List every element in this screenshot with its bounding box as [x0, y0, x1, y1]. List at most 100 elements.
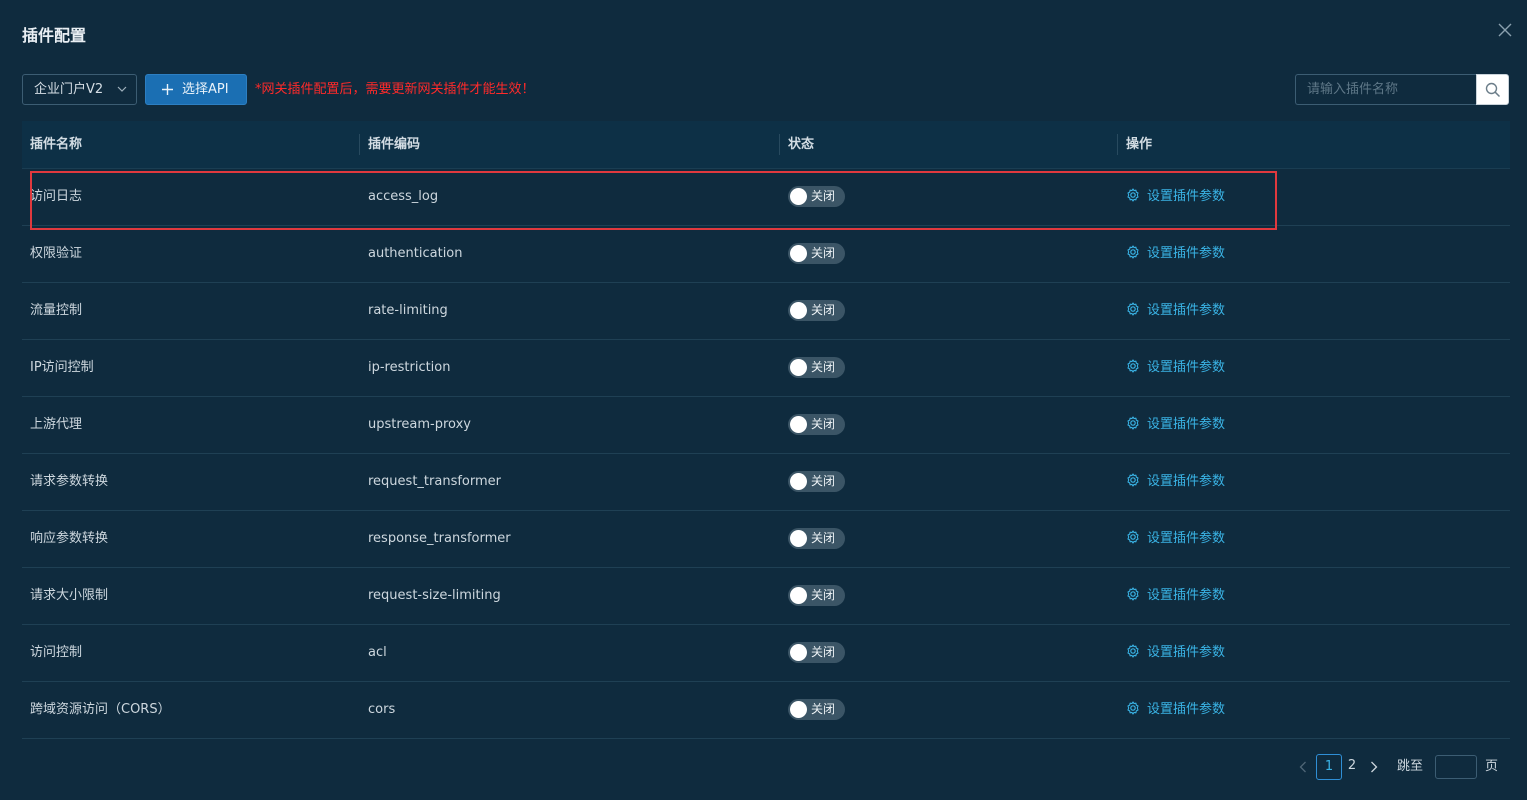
plugin-code: authentication — [368, 246, 463, 261]
action-label: 设置插件参数 — [1147, 588, 1226, 603]
search-input[interactable] — [1295, 74, 1476, 105]
table-row: 权限验证 authentication 关闭 设置插件参数 — [22, 226, 1510, 283]
plugin-code: rate-limiting — [368, 303, 448, 318]
table-row: 流量控制 rate-limiting 关闭 设置插件参数 — [22, 283, 1510, 340]
action-cell: 设置插件参数 — [1126, 454, 1225, 510]
chevron-right-icon[interactable] — [1370, 761, 1378, 773]
page-1-button[interactable]: 1 — [1316, 754, 1342, 780]
plugin-code: cors — [368, 702, 396, 717]
status-toggle[interactable]: 关闭 — [788, 699, 845, 720]
search-icon — [1485, 82, 1501, 98]
action-cell: 设置插件参数 — [1126, 568, 1225, 624]
header-plugin-code: 插件编码 — [368, 137, 421, 152]
plugin-code: request_transformer — [368, 474, 501, 489]
header-plugin-name: 插件名称 — [30, 137, 83, 152]
select-api-button[interactable]: 选择API — [145, 74, 247, 105]
action-label: 设置插件参数 — [1147, 474, 1226, 489]
toggle-knob — [790, 587, 807, 604]
status-toggle[interactable]: 关闭 — [788, 243, 845, 264]
set-plugin-params-link[interactable]: 设置插件参数 — [1126, 416, 1225, 432]
plugin-name: 跨域资源访问（CORS） — [30, 702, 171, 717]
set-plugin-params-link[interactable]: 设置插件参数 — [1126, 701, 1225, 717]
gear-icon — [1127, 587, 1139, 601]
toggle-label: 关闭 — [811, 588, 836, 602]
header-action: 操作 — [1126, 137, 1153, 152]
set-plugin-params-link[interactable]: 设置插件参数 — [1126, 473, 1226, 489]
toggle-knob — [790, 302, 807, 319]
plugin-code: request-size-limiting — [368, 588, 501, 603]
table-row: 请求参数转换 request_transformer 关闭 设置插件参数 — [22, 454, 1510, 511]
status-toggle[interactable]: 关闭 — [788, 585, 845, 606]
status-toggle[interactable]: 关闭 — [788, 642, 845, 663]
portal-select[interactable]: 企业门户V2 — [22, 74, 137, 105]
table-row: IP访问控制 ip-restriction 关闭 设置插件参数 — [22, 340, 1510, 397]
table-row: 访问控制 acl 关闭 设置插件参数 — [22, 625, 1510, 682]
set-plugin-params-link[interactable]: 设置插件参数 — [1126, 644, 1226, 660]
plugin-name: IP访问控制 — [30, 360, 94, 375]
close-button[interactable] — [1495, 20, 1515, 40]
search-box — [1295, 74, 1509, 105]
status-toggle[interactable]: 关闭 — [788, 414, 845, 435]
set-plugin-params-link[interactable]: 设置插件参数 — [1126, 530, 1225, 546]
plugin-code: ip-restriction — [368, 360, 451, 375]
status-toggle[interactable]: 关闭 — [788, 471, 845, 492]
action-cell: 设置插件参数 — [1126, 682, 1225, 738]
action-label: 设置插件参数 — [1147, 360, 1226, 375]
table-row: 跨域资源访问（CORS） cors 关闭 设置插件参数 — [22, 682, 1510, 739]
chevron-left-icon[interactable] — [1299, 761, 1307, 773]
table-row: 响应参数转换 response_transformer 关闭 设置插件参数 — [22, 511, 1510, 568]
set-plugin-params-link[interactable]: 设置插件参数 — [1126, 245, 1226, 261]
status-toggle[interactable]: 关闭 — [788, 186, 845, 207]
header-divider — [779, 134, 780, 155]
toggle-knob — [790, 530, 807, 547]
action-label: 设置插件参数 — [1147, 645, 1226, 660]
search-button[interactable] — [1476, 74, 1509, 105]
gear-icon — [1127, 245, 1139, 259]
toggle-label: 关闭 — [811, 531, 836, 545]
action-label: 设置插件参数 — [1147, 246, 1226, 261]
plugin-config-modal: 插件配置 企业门户V2 选择API *网关插件配置后，需要更新网关插件才能生效！ — [0, 0, 1527, 800]
gear-icon — [1127, 416, 1139, 430]
action-cell: 设置插件参数 — [1126, 397, 1225, 453]
modal-title: 插件配置 — [22, 26, 87, 45]
status-toggle[interactable]: 关闭 — [788, 357, 845, 378]
gear-icon — [1127, 644, 1139, 658]
toggle-label: 关闭 — [811, 645, 836, 659]
action-cell: 设置插件参数 — [1126, 511, 1225, 567]
pagination: 1 2 跳至 页 — [1299, 754, 1509, 780]
set-plugin-params-link[interactable]: 设置插件参数 — [1126, 188, 1226, 204]
toggle-label: 关闭 — [811, 474, 836, 488]
action-cell: 设置插件参数 — [1126, 625, 1225, 681]
plugin-name: 流量控制 — [30, 303, 83, 318]
plugin-name: 上游代理 — [30, 417, 83, 432]
status-toggle[interactable]: 关闭 — [788, 300, 845, 321]
toggle-knob — [790, 416, 807, 433]
gear-icon — [1127, 701, 1139, 715]
plugin-code: access_log — [368, 189, 439, 204]
table-row: 上游代理 upstream-proxy 关闭 设置插件参数 — [22, 397, 1510, 454]
set-plugin-params-link[interactable]: 设置插件参数 — [1126, 587, 1226, 603]
status-toggle[interactable]: 关闭 — [788, 528, 845, 549]
action-cell: 设置插件参数 — [1126, 169, 1225, 225]
gear-icon — [1127, 473, 1139, 487]
toggle-label: 关闭 — [811, 360, 836, 374]
plugin-code: response_transformer — [368, 531, 511, 546]
page-unit-label: 页 — [1485, 759, 1499, 774]
header-divider — [359, 134, 360, 155]
page-2-button[interactable]: 2 — [1340, 754, 1364, 778]
toggle-knob — [790, 473, 807, 490]
jump-label: 跳至 — [1397, 759, 1424, 774]
warning-text: *网关插件配置后，需要更新网关插件才能生效！ — [255, 82, 535, 97]
action-label: 设置插件参数 — [1147, 189, 1226, 204]
toggle-label: 关闭 — [811, 303, 836, 317]
toggle-label: 关闭 — [811, 702, 836, 716]
set-plugin-params-link[interactable]: 设置插件参数 — [1126, 302, 1225, 318]
toggle-label: 关闭 — [811, 246, 836, 260]
set-plugin-params-link[interactable]: 设置插件参数 — [1126, 359, 1226, 375]
table-body: 访问日志 access_log 关闭 设置插件参数 权限验证 authentication… — [22, 169, 1510, 739]
close-icon — [1498, 23, 1512, 37]
plugin-name: 访问日志 — [30, 189, 83, 204]
toggle-knob — [790, 188, 807, 205]
jump-page-input[interactable] — [1435, 755, 1477, 779]
table-row: 请求大小限制 request-size-limiting 关闭 设置插件参数 — [22, 568, 1510, 625]
